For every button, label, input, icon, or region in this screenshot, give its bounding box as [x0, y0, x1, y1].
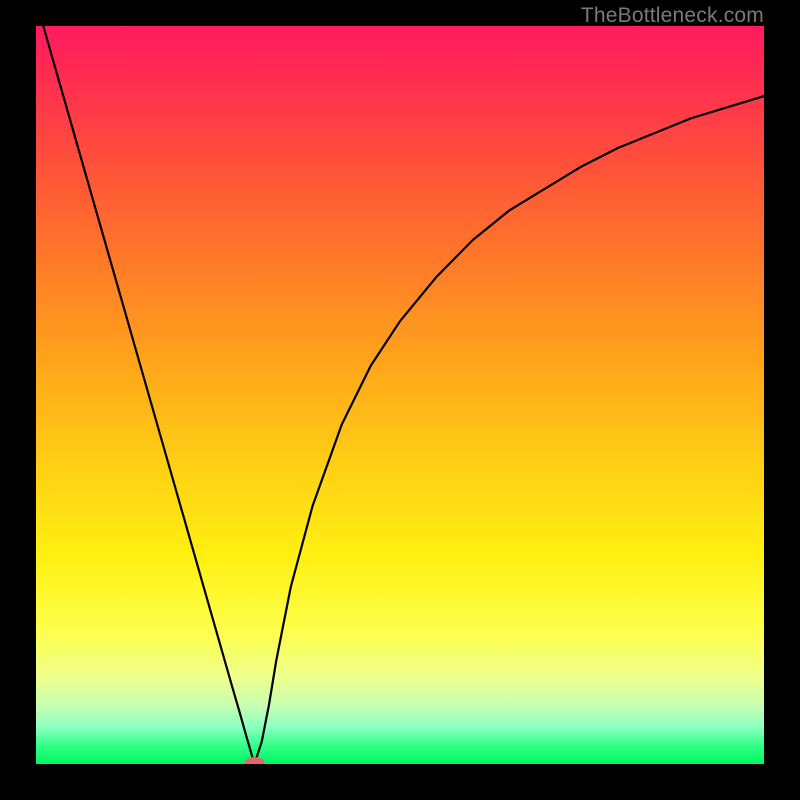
- plot-area: [36, 26, 764, 764]
- optimal-point-marker: [244, 757, 264, 764]
- bottleneck-curve: [36, 26, 764, 764]
- attribution-text: TheBottleneck.com: [581, 4, 764, 28]
- curve-line: [43, 26, 764, 764]
- chart-frame: TheBottleneck.com: [0, 0, 800, 800]
